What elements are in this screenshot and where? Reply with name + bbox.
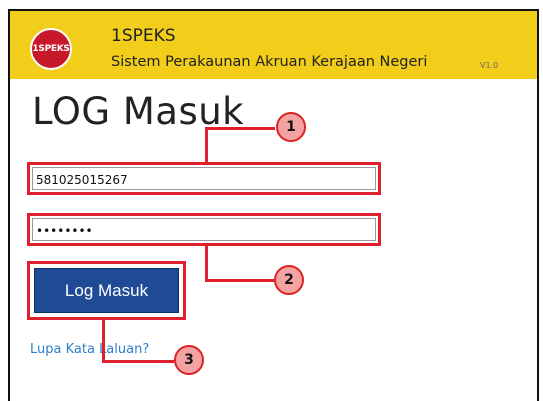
login-button-highlight: Log Masuk xyxy=(27,261,186,320)
version-label: V1.0 xyxy=(480,61,499,70)
app-title: 1SPEKS xyxy=(111,26,176,46)
callout-1-badge: 1 xyxy=(276,112,306,142)
callout-2-line-horizontal xyxy=(205,279,274,282)
logo-text: 1SPEKS xyxy=(32,44,70,54)
callout-1-line-vertical xyxy=(205,128,208,164)
password-input[interactable]: •••••••• xyxy=(32,218,376,241)
screenshot-frame: 1SPEKS 1SPEKS Sistem Perakaunan Akruan K… xyxy=(8,9,539,401)
callout-2-line-vertical xyxy=(205,244,208,282)
forgot-password-link[interactable]: Lupa Kata Laluan? xyxy=(30,342,149,357)
app-header: 1SPEKS 1SPEKS Sistem Perakaunan Akruan K… xyxy=(10,11,537,79)
callout-2-badge: 2 xyxy=(274,265,304,295)
callout-3-line-horizontal xyxy=(102,360,174,363)
username-input[interactable]: 581025015267 xyxy=(32,167,376,190)
login-button[interactable]: Log Masuk xyxy=(34,268,179,313)
callout-1-line-horizontal xyxy=(205,127,275,130)
username-field-highlight: 581025015267 xyxy=(27,162,381,195)
app-subtitle: Sistem Perakaunan Akruan Kerajaan Negeri xyxy=(111,54,428,70)
callout-3-badge: 3 xyxy=(174,345,204,375)
callout-3-line-vertical xyxy=(102,318,105,362)
password-field-highlight: •••••••• xyxy=(27,213,381,246)
app-logo: 1SPEKS xyxy=(30,28,72,70)
